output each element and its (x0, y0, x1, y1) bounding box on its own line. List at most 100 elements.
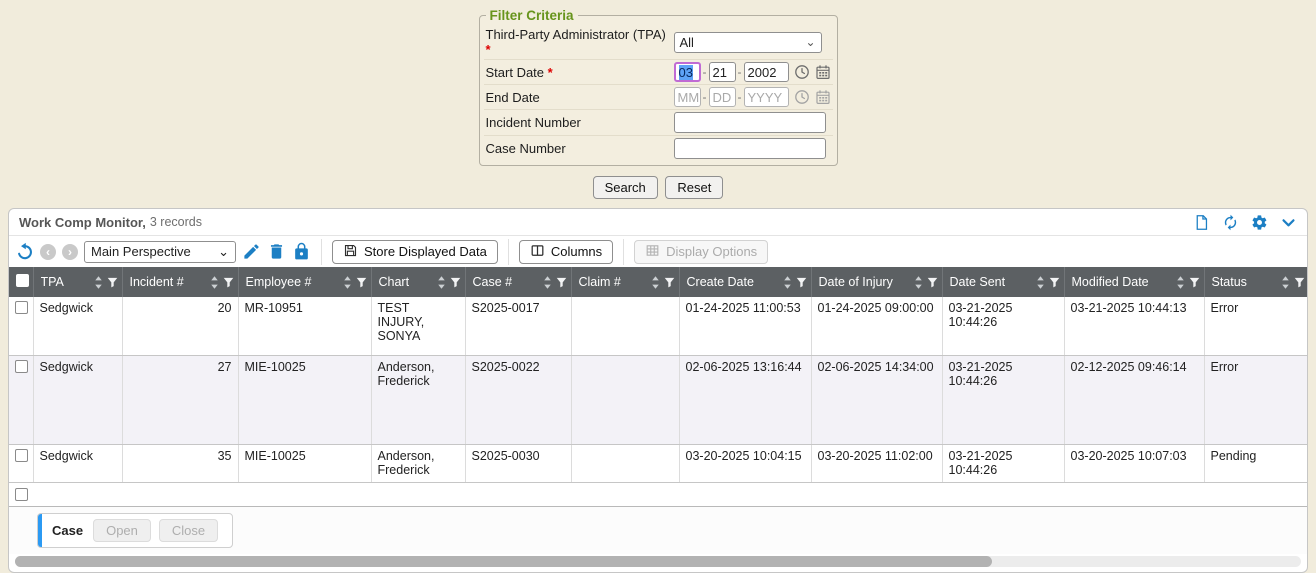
calendar-icon[interactable] (815, 64, 831, 80)
tpa-select[interactable]: All ⌄ (674, 32, 822, 53)
sort-icon[interactable] (651, 276, 660, 289)
display-options-button[interactable]: Display Options (634, 240, 768, 264)
sort-icon[interactable] (94, 276, 103, 289)
search-button[interactable]: Search (593, 176, 658, 199)
table-cell[interactable]: 01-24-2025 11:00:53 (679, 297, 811, 355)
new-document-icon[interactable] (1193, 214, 1210, 231)
table-cell[interactable]: Error (1204, 355, 1308, 444)
column-header-case[interactable]: Case # (465, 267, 571, 297)
sort-icon[interactable] (1281, 276, 1290, 289)
start-date-month-input[interactable]: 03 (674, 62, 701, 82)
column-header-date-of-injury[interactable]: Date of Injury (811, 267, 942, 297)
row-select-checkbox[interactable] (15, 449, 28, 462)
row-select-checkbox[interactable] (15, 301, 28, 314)
reset-button[interactable]: Reset (665, 176, 723, 199)
table-cell[interactable]: Anderson, Frederick (371, 444, 465, 482)
refresh-icon[interactable] (1222, 214, 1239, 231)
perspective-select[interactable]: Main Perspective ⌄ (84, 241, 236, 263)
table-cell[interactable]: Sedgwick (33, 355, 122, 444)
sort-icon[interactable] (210, 276, 219, 289)
table-cell[interactable]: MR-10951 (238, 297, 371, 355)
clock-icon[interactable] (794, 64, 810, 80)
table-cell[interactable]: 03-21-2025 10:44:13 (1064, 297, 1204, 355)
column-header-date-sent[interactable]: Date Sent (942, 267, 1064, 297)
table-cell[interactable]: S2025-0030 (465, 444, 571, 482)
table-cell[interactable]: 03-21-2025 10:44:26 (942, 297, 1064, 355)
filter-funnel-icon[interactable] (450, 277, 461, 288)
table-cell[interactable]: Sedgwick (33, 444, 122, 482)
store-displayed-data-button[interactable]: Store Displayed Data (332, 240, 498, 264)
header-select-checkbox[interactable] (16, 274, 29, 287)
case-open-button[interactable]: Open (93, 519, 151, 542)
case-close-button[interactable]: Close (159, 519, 218, 542)
table-cell[interactable]: 02-06-2025 14:34:00 (811, 355, 942, 444)
table-cell[interactable] (571, 355, 679, 444)
gear-icon[interactable] (1251, 214, 1268, 231)
table-cell[interactable] (571, 444, 679, 482)
end-date-day-input[interactable]: DD (709, 87, 736, 107)
columns-button[interactable]: Columns (519, 240, 613, 264)
horizontal-scrollbar-thumb[interactable] (15, 556, 992, 567)
table-cell[interactable]: 03-20-2025 10:07:03 (1064, 444, 1204, 482)
undo-icon[interactable] (15, 242, 34, 261)
table-cell[interactable]: MIE-10025 (238, 444, 371, 482)
sort-icon[interactable] (1036, 276, 1045, 289)
filter-funnel-icon[interactable] (556, 277, 567, 288)
next-perspective-icon[interactable]: › (62, 244, 78, 260)
table-cell[interactable]: 20 (122, 297, 238, 355)
table-cell[interactable]: Error (1204, 297, 1308, 355)
table-cell[interactable]: 02-06-2025 13:16:44 (679, 355, 811, 444)
column-header-modified-date[interactable]: Modified Date (1064, 267, 1204, 297)
incident-number-input[interactable] (674, 112, 826, 133)
case-number-input[interactable] (674, 138, 826, 159)
table-cell[interactable]: TEST INJURY, SONYA (371, 297, 465, 355)
start-date-year-input[interactable]: 2002 (744, 62, 789, 82)
table-cell[interactable]: Pending (1204, 444, 1308, 482)
prev-perspective-icon[interactable]: ‹ (40, 244, 56, 260)
column-header-chart[interactable]: Chart (371, 267, 465, 297)
lock-icon[interactable] (292, 242, 311, 261)
filter-funnel-icon[interactable] (107, 277, 118, 288)
column-header-create-date[interactable]: Create Date (679, 267, 811, 297)
end-date-year-input[interactable]: YYYY (744, 87, 789, 107)
filter-funnel-icon[interactable] (927, 277, 938, 288)
table-cell[interactable]: MIE-10025 (238, 355, 371, 444)
filter-funnel-icon[interactable] (356, 277, 367, 288)
sort-icon[interactable] (543, 276, 552, 289)
horizontal-scrollbar[interactable] (15, 556, 1301, 567)
sort-icon[interactable] (914, 276, 923, 289)
sort-icon[interactable] (343, 276, 352, 289)
clock-icon[interactable] (794, 89, 810, 105)
filter-funnel-icon[interactable] (796, 277, 807, 288)
end-date-month-input[interactable]: MM (674, 87, 701, 107)
start-date-day-input[interactable]: 21 (709, 62, 736, 82)
sort-icon[interactable] (783, 276, 792, 289)
collapse-chevron-icon[interactable] (1280, 214, 1297, 231)
column-header-claim[interactable]: Claim # (571, 267, 679, 297)
sort-icon[interactable] (437, 276, 446, 289)
calendar-icon[interactable] (815, 89, 831, 105)
table-cell[interactable]: Sedgwick (33, 297, 122, 355)
table-cell[interactable]: 03-20-2025 11:02:00 (811, 444, 942, 482)
filter-funnel-icon[interactable] (1294, 277, 1305, 288)
row-select-checkbox[interactable] (15, 360, 28, 373)
edit-pencil-icon[interactable] (242, 242, 261, 261)
filter-funnel-icon[interactable] (1049, 277, 1060, 288)
filter-funnel-icon[interactable] (664, 277, 675, 288)
sort-icon[interactable] (1176, 276, 1185, 289)
table-cell[interactable] (571, 297, 679, 355)
table-cell[interactable]: Anderson, Frederick (371, 355, 465, 444)
table-cell[interactable]: 03-20-2025 10:04:15 (679, 444, 811, 482)
table-cell[interactable]: S2025-0017 (465, 297, 571, 355)
column-header-status[interactable]: Status (1204, 267, 1308, 297)
table-row[interactable]: Sedgwick27MIE-10025Anderson, FrederickS2… (9, 355, 1308, 444)
filter-funnel-icon[interactable] (223, 277, 234, 288)
table-cell[interactable]: 35 (122, 444, 238, 482)
trash-icon[interactable] (267, 242, 286, 261)
column-header-employee[interactable]: Employee # (238, 267, 371, 297)
column-header-tpa[interactable]: TPA (33, 267, 122, 297)
table-row[interactable]: Sedgwick20MR-10951TEST INJURY, SONYAS202… (9, 297, 1308, 355)
table-cell[interactable]: 27 (122, 355, 238, 444)
table-cell[interactable]: 03-21-2025 10:44:26 (942, 355, 1064, 444)
filter-funnel-icon[interactable] (1189, 277, 1200, 288)
